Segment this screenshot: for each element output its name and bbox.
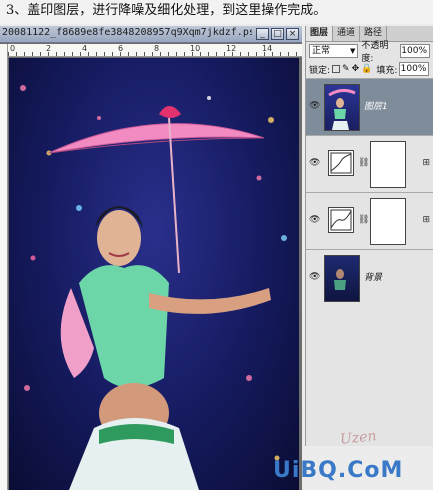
document-window: 20081122_f8689e8fe3848208957q9Xqm7jkdzf.… bbox=[0, 26, 302, 490]
layer-row[interactable]: 👁 ⛓ ⊞ bbox=[306, 135, 433, 192]
eye-icon[interactable]: 👁 bbox=[309, 101, 320, 111]
lock-move-icon[interactable]: ✥ bbox=[352, 64, 360, 74]
eye-icon[interactable]: 👁 bbox=[309, 158, 320, 168]
lock-paint-icon[interactable]: ✎ bbox=[342, 64, 350, 74]
document-titlebar[interactable]: 20081122_f8689e8fe3848208957q9Xqm7jkdzf.… bbox=[0, 26, 302, 43]
vertical-ruler bbox=[0, 44, 8, 490]
close-button[interactable]: × bbox=[286, 28, 299, 40]
layer-name: 背景 bbox=[364, 273, 383, 283]
layer-thumbnail bbox=[324, 255, 360, 302]
layer-mask-thumbnail bbox=[370, 198, 406, 245]
site-watermark: UiBQ.CoM bbox=[273, 458, 404, 483]
layer-row[interactable]: 👁 图层1 bbox=[306, 78, 433, 135]
link-icon: ⛓ bbox=[358, 215, 370, 225]
document-title: 20081122_f8689e8fe3848208957q9Xqm7jkdzf.… bbox=[2, 27, 252, 38]
layers-panel: 图层 通道 路径 正常 ▼ 不透明度: 100% 锁定: ✎ ✥ 🔒 填充: 10… bbox=[305, 26, 433, 446]
lock-label: 锁定: bbox=[309, 65, 331, 76]
lock-transparency-icon[interactable] bbox=[332, 65, 341, 73]
layer-thumbnail bbox=[324, 84, 360, 131]
layer-row[interactable]: 👁 背景 bbox=[306, 249, 433, 306]
fill-label: 填充: bbox=[376, 65, 398, 76]
blend-mode-value: 正常 bbox=[312, 46, 331, 56]
blend-mode-select[interactable]: 正常 ▼ bbox=[309, 44, 359, 58]
tab-channels[interactable]: 通道 bbox=[333, 26, 361, 41]
opacity-field[interactable]: 100% bbox=[400, 44, 430, 58]
tutorial-caption: 3、盖印图层，进行降噪及细化处理，到这里操作完成。 bbox=[0, 0, 433, 24]
horizontal-ruler: 0 2 4 6 8 10 12 14 bbox=[8, 44, 302, 57]
fill-field[interactable]: 100% bbox=[399, 62, 430, 76]
minimize-button[interactable]: _ bbox=[256, 28, 269, 40]
tab-layers[interactable]: 图层 bbox=[306, 26, 334, 41]
eye-icon[interactable]: 👁 bbox=[309, 215, 320, 225]
layer-mask-thumbnail bbox=[370, 141, 406, 188]
curves-adjustment-icon bbox=[328, 150, 354, 176]
curves-adjustment-icon bbox=[328, 207, 354, 233]
blend-row: 正常 ▼ 不透明度: 100% bbox=[306, 41, 433, 64]
dancer-photo bbox=[20, 85, 287, 490]
chevron-down-icon: ▼ bbox=[349, 47, 356, 55]
eye-icon[interactable]: 👁 bbox=[309, 272, 320, 282]
dancer-thumbnail bbox=[328, 88, 356, 130]
link-icon: ⛓ bbox=[358, 158, 370, 168]
maximize-button[interactable]: □ bbox=[271, 28, 284, 40]
photo-canvas[interactable] bbox=[9, 58, 299, 490]
layer-name: 图层1 bbox=[364, 102, 388, 112]
opacity-label: 不透明度: bbox=[361, 41, 389, 64]
layer-effects-icon[interactable]: ⊞ bbox=[422, 158, 430, 168]
lock-all-icon[interactable]: 🔒 bbox=[361, 64, 372, 74]
layer-row[interactable]: 👁 ⛓ ⊞ bbox=[306, 192, 433, 249]
layer-effects-icon[interactable]: ⊞ bbox=[422, 215, 430, 225]
